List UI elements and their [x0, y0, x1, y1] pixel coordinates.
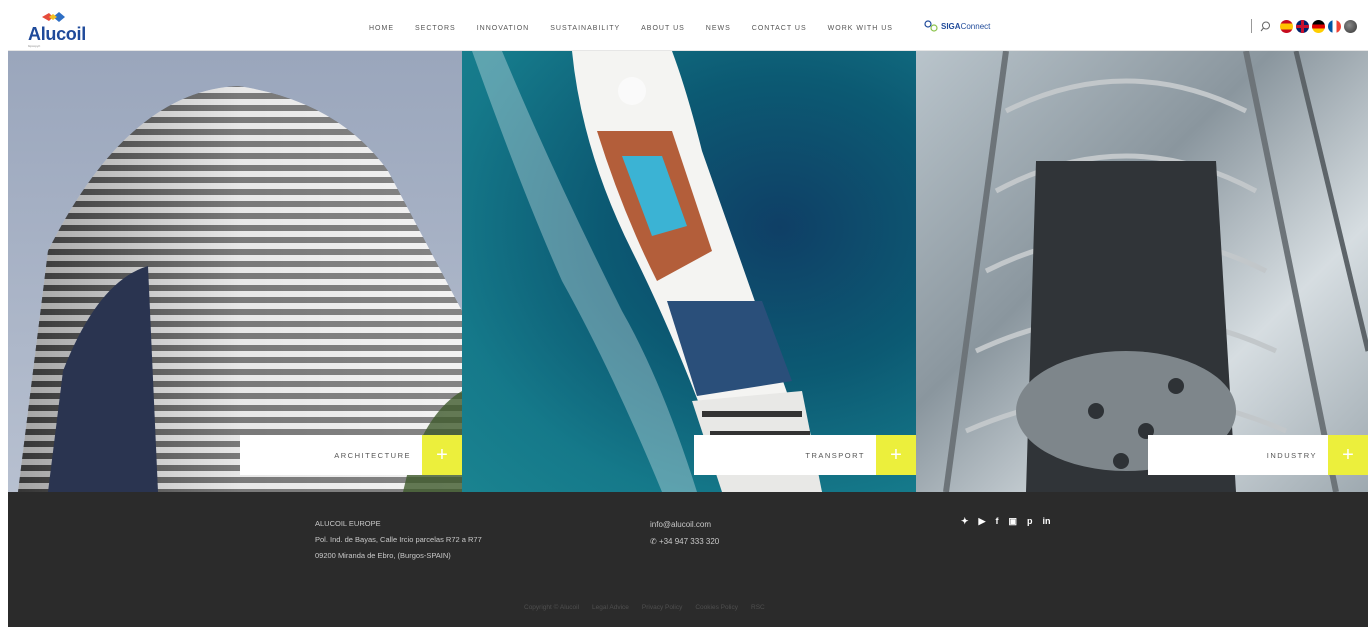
company-name: ALUCOIL EUROPE	[315, 519, 381, 528]
site-footer: ALUCOIL EUROPE Pol. Ind. de Bayas, Calle…	[8, 492, 1368, 627]
nav-sectors[interactable]: SECTORS	[415, 25, 456, 32]
cruise-ship-image	[472, 51, 822, 492]
logo-tagline: bipcopyrt	[28, 44, 41, 48]
french-flag-icon[interactable]	[1328, 19, 1341, 33]
issuu-icon[interactable]: ▣	[1008, 516, 1017, 527]
building-image	[18, 86, 462, 492]
connect-label: Connect	[960, 21, 991, 31]
elevator-image	[943, 51, 1368, 492]
header-tools	[1251, 19, 1357, 33]
nav-news[interactable]: NEWS	[706, 25, 731, 32]
english-flag-icon[interactable]	[1296, 19, 1309, 33]
siga-connect-link[interactable]: SIGA Connect	[924, 20, 990, 32]
phone-number: +34 947 333 320	[658, 537, 720, 546]
sector-panels: ARCHITECTURE + TRANSPORT + INDUSTRY +	[8, 51, 1368, 492]
spanish-flag-icon[interactable]	[1280, 19, 1293, 33]
search-icon[interactable]	[1260, 21, 1271, 32]
twitter-icon[interactable]: ✦	[961, 516, 969, 527]
architecture-plus-button[interactable]: +	[422, 435, 462, 475]
logo-mark-icon	[42, 12, 65, 22]
nav-home[interactable]: HOME	[369, 25, 394, 32]
nav-sustainability[interactable]: SUSTAINABILITY	[550, 25, 620, 32]
copyright-text: Copyright © Alucoil	[524, 604, 580, 611]
architecture-label: ARCHITECTURE	[334, 450, 411, 460]
street-address: Pol. Ind. de Bayas, Calle Ircio parcelas…	[315, 535, 482, 544]
industry-link[interactable]: INDUSTRY +	[1148, 435, 1368, 475]
phone-icon: ✆	[650, 537, 657, 546]
phone-row[interactable]: ✆ +34 947 333 320	[650, 533, 719, 550]
pinterest-icon[interactable]: p	[1027, 516, 1033, 527]
transport-panel[interactable]: TRANSPORT +	[462, 51, 916, 492]
industry-panel[interactable]: INDUSTRY +	[916, 51, 1368, 492]
industry-plus-button[interactable]: +	[1328, 435, 1368, 475]
legal-advice-link[interactable]: Legal Advice	[592, 604, 629, 611]
german-flag-icon[interactable]	[1312, 19, 1325, 33]
logo-wordmark: Alucoil	[28, 24, 86, 44]
world-globe-icon[interactable]	[1344, 19, 1357, 33]
youtube-icon[interactable]: ▶	[979, 516, 986, 527]
header-divider	[1251, 19, 1252, 33]
architecture-panel[interactable]: ARCHITECTURE +	[8, 51, 462, 492]
footer-address: ALUCOIL EUROPE Pol. Ind. de Bayas, Calle…	[315, 516, 482, 564]
nav-contact-us[interactable]: CONTACT US	[752, 25, 807, 32]
transport-plus-button[interactable]: +	[876, 435, 916, 475]
rsc-link[interactable]: RSC	[751, 604, 765, 611]
transport-label: TRANSPORT	[805, 450, 865, 460]
legal-links: Copyright © Alucoil Legal Advice Privacy…	[524, 604, 778, 611]
social-links: ✦ ▶ f ▣ p in	[961, 516, 1060, 527]
nav-innovation[interactable]: INNOVATION	[477, 25, 530, 32]
cookies-policy-link[interactable]: Cookies Policy	[695, 604, 738, 611]
facebook-icon[interactable]: f	[995, 516, 998, 527]
architecture-link[interactable]: ARCHITECTURE +	[240, 435, 462, 475]
footer-contact: info@alucoil.com ✆ +34 947 333 320	[650, 516, 719, 550]
city-address: 09200 Miranda de Ebro, (Burgos-SPAIN)	[315, 551, 451, 560]
nav-about-us[interactable]: ABOUT US	[641, 25, 685, 32]
linkedin-icon[interactable]: in	[1042, 516, 1050, 527]
siga-label: SIGA	[941, 21, 961, 31]
page-frame: Alucoil bipcopyrt HOME SECTORS INNOVATIO…	[8, 5, 1368, 627]
siga-connect-icon	[924, 20, 938, 32]
nav-work-with-us[interactable]: WORK WITH US	[828, 25, 893, 32]
alucoil-logo[interactable]: Alucoil bipcopyrt	[28, 11, 98, 48]
industry-label: INDUSTRY	[1266, 450, 1317, 460]
transport-link[interactable]: TRANSPORT +	[694, 435, 916, 475]
site-header: Alucoil bipcopyrt HOME SECTORS INNOVATIO…	[8, 5, 1368, 51]
main-nav: HOME SECTORS INNOVATION SUSTAINABILITY A…	[369, 5, 914, 51]
email-link[interactable]: info@alucoil.com	[650, 516, 719, 533]
privacy-policy-link[interactable]: Privacy Policy	[642, 604, 682, 611]
